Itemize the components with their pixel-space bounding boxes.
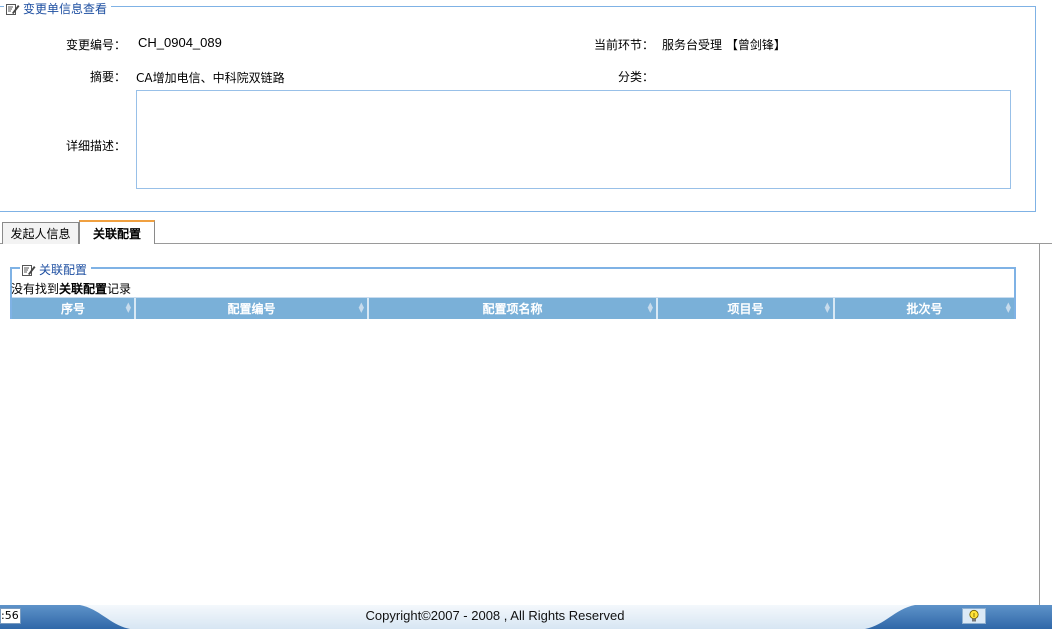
column-header-config-no[interactable]: 配置编号 ▲ ▼	[136, 298, 369, 319]
no-record-text-post: 记录	[107, 282, 132, 296]
column-header-project-no[interactable]: 项目号 ▲ ▼	[658, 298, 835, 319]
sort-icon: ▲ ▼	[647, 301, 653, 314]
category-label: 分类：	[617, 70, 654, 84]
related-config-legend-text: 关联配置	[39, 263, 88, 277]
tab-related-config-label: 关联配置	[92, 226, 141, 241]
sort-icon: ▲ ▼	[358, 301, 364, 314]
no-record-text-pre: 没有找到	[11, 282, 60, 296]
related-config-grid-header: 序号 ▲ ▼ 配置编号 ▲ ▼ 配置项名称 ▲ ▼ 项目号 ▲ ▼ 批次号 ▲ ▼	[12, 297, 1014, 319]
no-record-text-bold: 关联配置	[59, 282, 108, 296]
change-info-legend-text: 变更单信息查看	[23, 2, 108, 16]
lightbulb-icon[interactable]	[962, 608, 986, 624]
detail-description-box[interactable]	[136, 90, 1011, 189]
change-no-value: CH_0904_089	[138, 35, 222, 50]
column-header-seq[interactable]: 序号 ▲ ▼	[12, 298, 136, 319]
current-step-value: 服务台受理 【曾剑锋】	[662, 38, 786, 52]
sort-icon: ▲ ▼	[1005, 301, 1011, 314]
column-config-name-label: 配置项名称	[482, 302, 543, 316]
column-seq-label: 序号	[60, 302, 85, 316]
edit-icon	[22, 264, 36, 276]
sort-icon: ▲ ▼	[125, 301, 131, 314]
column-batch-no-label: 批次号	[906, 302, 943, 316]
tab-bar: 发起人信息 关联配置	[0, 220, 1052, 244]
copyright-text: Copyright©2007 - 2008 , All Rights Reser…	[365, 608, 625, 623]
no-record-message: 没有找到关联配置记录	[11, 280, 131, 297]
sort-icon: ▲ ▼	[824, 301, 830, 314]
edit-icon	[6, 3, 20, 15]
column-project-no-label: 项目号	[727, 302, 764, 316]
current-step-label: 当前环节：	[593, 38, 654, 52]
summary-value: CA增加电信、中科院双链路	[136, 71, 285, 85]
tab-initiator-info-label: 发起人信息	[10, 227, 71, 241]
column-header-batch-no[interactable]: 批次号 ▲ ▼	[835, 298, 1014, 319]
summary-label: 摘要：	[89, 70, 126, 84]
column-header-config-name[interactable]: 配置项名称 ▲ ▼	[369, 298, 658, 319]
detail-label: 详细描述：	[65, 139, 126, 153]
change-no-label: 变更编号：	[65, 38, 126, 52]
change-info-legend: 变更单信息查看	[4, 0, 112, 17]
tab-initiator-info[interactable]: 发起人信息	[2, 222, 79, 244]
column-config-no-label: 配置编号	[227, 302, 276, 316]
tab-related-config[interactable]: 关联配置	[79, 220, 155, 244]
related-config-legend: 关联配置	[20, 261, 92, 278]
